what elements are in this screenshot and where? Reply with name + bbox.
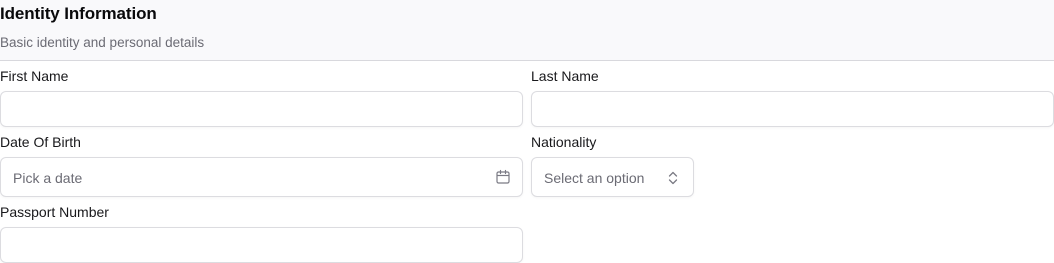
last-name-input[interactable] <box>531 91 1054 127</box>
date-of-birth-picker[interactable]: Pick a date <box>0 157 523 197</box>
passport-number-input[interactable] <box>0 227 523 263</box>
chevron-up-down-icon <box>668 171 678 185</box>
first-name-label: First Name <box>0 68 69 84</box>
nationality-select[interactable]: Select an option <box>531 157 694 197</box>
section-subtitle: Basic identity and personal details <box>0 35 205 50</box>
nationality-label: Nationality <box>531 134 597 150</box>
date-of-birth-placeholder: Pick a date <box>13 170 83 186</box>
section-title: Identity Information <box>0 4 157 23</box>
nationality-placeholder: Select an option <box>544 170 645 186</box>
calendar-icon[interactable] <box>495 169 511 185</box>
passport-number-label: Passport Number <box>0 204 109 220</box>
date-of-birth-label: Date Of Birth <box>0 134 81 150</box>
section-header: Identity Information Basic identity and … <box>0 0 1054 61</box>
first-name-input[interactable] <box>0 91 523 127</box>
last-name-label: Last Name <box>531 68 599 84</box>
